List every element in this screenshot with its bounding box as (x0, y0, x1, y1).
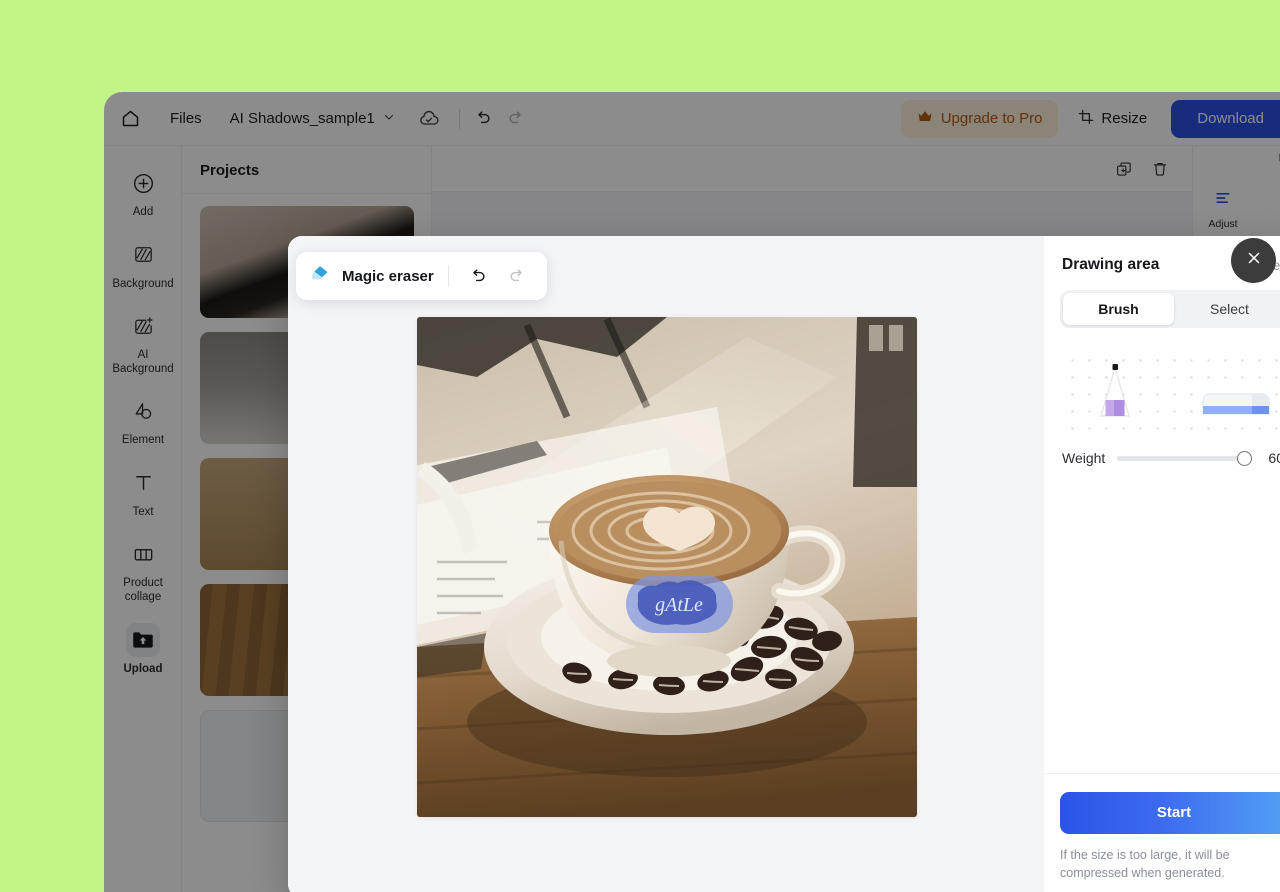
right-tool-label: Adjust (1208, 218, 1237, 231)
adjust-sliders-icon (1213, 188, 1233, 213)
weight-slider-fill (1117, 456, 1244, 461)
magic-eraser-icon (308, 262, 332, 291)
crown-icon (917, 110, 933, 127)
weight-slider[interactable] (1117, 456, 1248, 461)
rail-item-ai-background[interactable]: AI Background (104, 299, 182, 384)
editing-photo[interactable]: gAtLe (417, 317, 917, 817)
rail-label: Element (122, 434, 164, 448)
rail-item-element[interactable]: Element (104, 384, 182, 456)
close-modal-button[interactable] (1231, 238, 1276, 283)
drawing-area-panel: Drawing area Reset Brush Select (1044, 236, 1280, 892)
magic-eraser-modal: Magic eraser (288, 236, 1280, 892)
mode-segmented-control: Brush Select (1060, 290, 1280, 328)
tab-brush[interactable]: Brush (1063, 293, 1174, 325)
document-name-label: AI Shadows_sample1 (230, 110, 375, 127)
document-name[interactable]: AI Shadows_sample1 (220, 110, 405, 127)
panel-spacer (1044, 466, 1280, 773)
canvas-toolbar (432, 146, 1192, 192)
text-t-icon (126, 466, 160, 500)
rail-item-text[interactable]: Text (104, 456, 182, 528)
rail-item-add[interactable]: Add (104, 156, 182, 228)
cloud-check-icon[interactable] (405, 109, 453, 129)
brush-mask-overlay: gAtLe (626, 575, 733, 633)
hatch-sparkle-icon (126, 309, 160, 343)
drawing-area-title: Drawing area (1062, 256, 1159, 274)
undo-button[interactable] (466, 102, 500, 136)
magic-eraser-title: Magic eraser (342, 268, 434, 285)
shapes-icon (126, 394, 160, 428)
blue-eraser-icon (1203, 394, 1269, 414)
resize-icon (1078, 109, 1094, 129)
right-tool-adjust[interactable]: Adjust (1197, 180, 1249, 239)
rail-label: Product collage (107, 577, 179, 604)
home-icon[interactable] (104, 92, 156, 146)
close-x-icon (1245, 249, 1263, 272)
purple-pencil-icon (1101, 364, 1129, 416)
rail-label: Add (133, 206, 153, 220)
redo-button[interactable] (500, 102, 534, 136)
rail-label: AI Background (107, 349, 179, 376)
files-menu[interactable]: Files (156, 110, 220, 127)
trash-icon[interactable] (1144, 153, 1176, 185)
tab-select[interactable]: Select (1174, 293, 1280, 325)
weight-control: Weight 60 (1044, 436, 1280, 466)
magic-eraser-toolbar: Magic eraser (296, 252, 547, 300)
rail-item-upload[interactable]: Upload (104, 613, 182, 685)
eraser-redo-button[interactable] (503, 261, 533, 291)
toolbar-divider (448, 265, 449, 287)
resize-button[interactable]: Resize (1064, 100, 1161, 138)
mask-label: gAtLe (655, 594, 703, 616)
upload-folder-icon (126, 623, 160, 657)
top-toolbar: Files AI Shadows_sample1 (104, 92, 1280, 146)
hatch-square-icon (126, 238, 160, 272)
size-note: If the size is too large, it will be com… (1060, 846, 1280, 882)
rail-label: Background (112, 278, 173, 292)
download-button[interactable]: Download (1171, 100, 1280, 138)
rail-label: Text (132, 506, 153, 520)
weight-label: Weight (1062, 450, 1105, 466)
weight-value: 60 (1260, 450, 1280, 466)
chevron-down-icon (383, 110, 395, 127)
app-window: Files AI Shadows_sample1 (104, 92, 1280, 892)
fold-label[interactable]: Fold (1193, 146, 1280, 170)
left-tool-rail: Add Background AI Background (104, 146, 182, 892)
modal-canvas[interactable]: Magic eraser (288, 236, 1044, 892)
rail-label: Upload (124, 663, 163, 677)
duplicate-icon[interactable] (1108, 153, 1140, 185)
photo-artwork (417, 317, 917, 817)
projects-title: Projects (182, 146, 431, 194)
rail-item-product-collage[interactable]: Product collage (104, 527, 182, 612)
start-button[interactable]: Start (1060, 792, 1280, 834)
collage-icon (126, 537, 160, 571)
upgrade-to-pro-label: Upgrade to Pro (941, 110, 1043, 127)
plus-circle-icon (126, 166, 160, 200)
tool-preview-area (1060, 346, 1280, 436)
rail-item-background[interactable]: Background (104, 228, 182, 300)
toolbar-divider (459, 109, 460, 129)
upgrade-to-pro-button[interactable]: Upgrade to Pro (901, 100, 1059, 138)
panel-footer: Start If the size is too large, it will … (1044, 773, 1280, 892)
eraser-undo-button[interactable] (463, 261, 493, 291)
weight-slider-knob[interactable] (1237, 451, 1252, 466)
resize-label: Resize (1101, 110, 1147, 127)
